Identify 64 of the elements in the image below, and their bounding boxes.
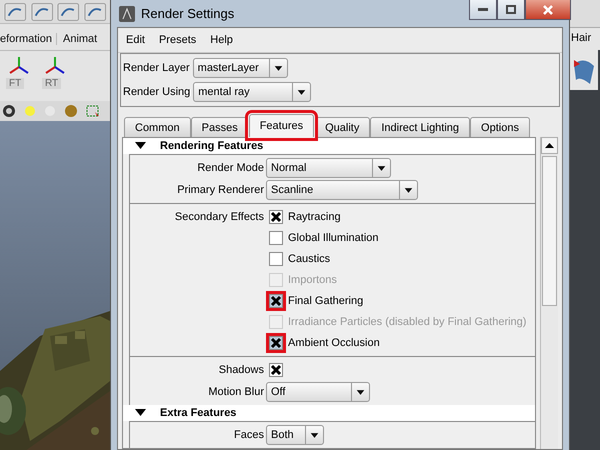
field-label: Faces bbox=[234, 429, 264, 441]
shelf-tool-icon[interactable] bbox=[30, 2, 53, 22]
minimize-button[interactable] bbox=[469, 0, 497, 20]
toolbar bbox=[570, 0, 600, 28]
window-title: Render Settings bbox=[141, 6, 234, 21]
menu-tab[interactable]: Animat bbox=[56, 32, 102, 44]
minimize-icon bbox=[478, 8, 488, 11]
field-label: Render Mode bbox=[197, 162, 264, 174]
field-label: Render Using bbox=[123, 86, 190, 98]
x-mark-icon bbox=[270, 211, 282, 223]
field-label: Primary Renderer bbox=[177, 184, 264, 196]
checkbox-label: Global Illumination bbox=[288, 232, 378, 244]
scrollbar[interactable] bbox=[540, 137, 558, 449]
menu-item[interactable]: Edit bbox=[126, 34, 145, 46]
checkbox[interactable] bbox=[269, 363, 283, 377]
shelf-tool-icon[interactable] bbox=[57, 2, 80, 22]
dropdown[interactable]: mental ray bbox=[193, 82, 312, 102]
field-label: Shadows bbox=[218, 364, 264, 376]
tab[interactable]: Options bbox=[470, 117, 530, 137]
checkbox-label: Final Gathering bbox=[288, 295, 364, 307]
app-icon bbox=[119, 6, 135, 22]
section-title: Extra Features bbox=[160, 407, 236, 419]
close-icon bbox=[542, 4, 554, 14]
tab[interactable]: Indirect Lighting bbox=[370, 117, 470, 137]
dropdown[interactable]: Both bbox=[266, 425, 324, 445]
field-label: Secondary Effects bbox=[174, 211, 264, 223]
checkbox-label: Raytracing bbox=[288, 211, 341, 223]
x-mark-icon bbox=[270, 295, 282, 307]
dropdown[interactable]: masterLayer bbox=[192, 58, 288, 78]
menu-item[interactable]: Presets bbox=[158, 34, 196, 46]
menu-tab[interactable]: Hair bbox=[570, 28, 600, 50]
selection-icon[interactable] bbox=[86, 104, 100, 118]
checkbox-label: Ambient Occlusion bbox=[288, 337, 380, 349]
scroll-up-button[interactable] bbox=[541, 137, 558, 154]
checkbox-label: Irradiance Particles (disabled by Final Gathering) bbox=[288, 316, 526, 328]
menu-tab[interactable]: eformation bbox=[0, 32, 56, 44]
dropdown[interactable]: Normal bbox=[266, 158, 391, 178]
checkbox[interactable] bbox=[269, 252, 283, 266]
collapse-icon[interactable] bbox=[135, 409, 146, 417]
shelf-tool-icon[interactable] bbox=[4, 2, 26, 22]
dropdown[interactable]: Scanline bbox=[266, 180, 418, 200]
close-button[interactable] bbox=[525, 0, 571, 20]
shelf-tool-icon[interactable] bbox=[84, 2, 106, 22]
checkbox[interactable] bbox=[269, 231, 283, 245]
shelf-tool-icon[interactable] bbox=[570, 50, 598, 90]
shelf-label: FT bbox=[6, 78, 24, 89]
checkbox[interactable] bbox=[269, 210, 283, 224]
collapse-icon[interactable] bbox=[135, 142, 146, 150]
x-mark-icon bbox=[270, 364, 282, 376]
sphere-icon[interactable] bbox=[64, 104, 78, 118]
field-label: Render Layer bbox=[123, 62, 190, 74]
scrollbar-thumb[interactable] bbox=[542, 156, 557, 306]
tab[interactable]: Common bbox=[124, 117, 191, 137]
field-label: Motion Blur bbox=[208, 386, 264, 398]
checkbox-label: Caustics bbox=[288, 253, 330, 265]
section-title: Rendering Features bbox=[160, 140, 264, 152]
x-mark-icon bbox=[270, 337, 282, 349]
maximize-button[interactable] bbox=[497, 0, 525, 20]
maximize-icon bbox=[506, 5, 516, 14]
menu-item[interactable]: Help bbox=[210, 34, 233, 46]
checkbox-label: Importons bbox=[288, 274, 337, 286]
dropdown[interactable]: Off bbox=[266, 382, 370, 402]
shelf-label: RT bbox=[42, 78, 62, 89]
checker-ball-icon[interactable] bbox=[2, 104, 16, 118]
